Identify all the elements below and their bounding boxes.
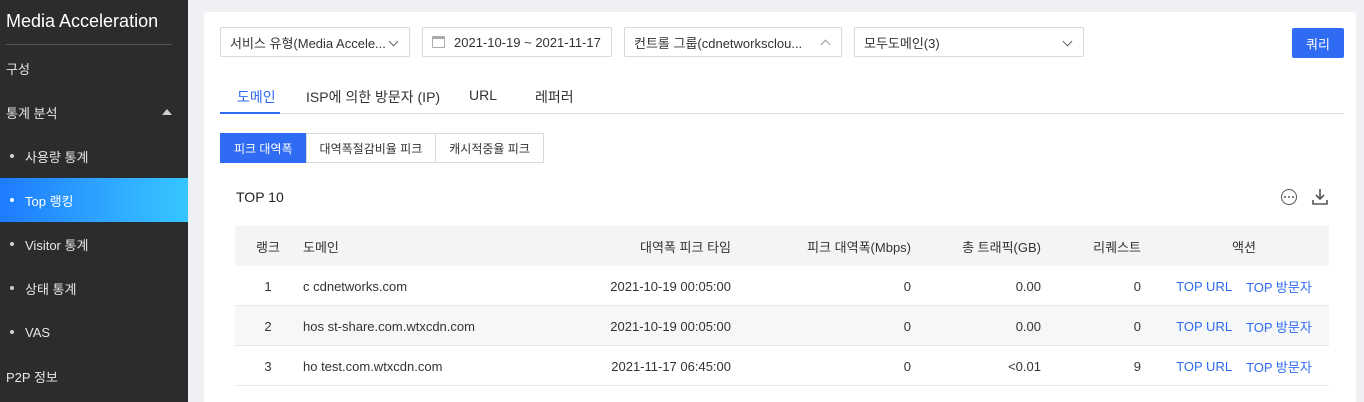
cell-rank: 2 — [264, 318, 272, 334]
segment-peak-bandwidth[interactable]: 피크 대역폭 — [220, 133, 307, 163]
sidebar-item-p2p-info[interactable]: P2P 정보 — [0, 354, 188, 398]
top-visitor-link[interactable]: TOP 방문자 — [1246, 277, 1312, 296]
cell-total-traffic: 0.00 — [1015, 318, 1041, 334]
app-title: Media Acceleration — [6, 11, 159, 31]
service-type-value: 서비스 유형(Media Accele... — [230, 35, 386, 51]
bullet-icon — [10, 330, 14, 334]
chevron-up-icon — [820, 39, 831, 50]
bullet-icon — [10, 198, 14, 202]
sidebar-item-label: Visitor 통계 — [25, 237, 89, 253]
sidebar-item-label: P2P 정보 — [6, 369, 58, 385]
cell-requests: 0 — [1133, 278, 1141, 294]
sidebar-item-label: 사용량 통계 — [25, 149, 89, 165]
segment-bandwidth-saving-peak[interactable]: 대역폭절감비율 피크 — [305, 133, 437, 163]
sidebar: Media Acceleration 구성 통계 분석 사용량 통계 Top 랭… — [0, 0, 188, 402]
query-button[interactable]: 쿼리 — [1292, 28, 1344, 58]
metric-segmented-control: 피크 대역폭 대역폭절감비율 피크 캐시적중율 피크 — [220, 133, 544, 163]
bullet-icon — [10, 242, 14, 246]
tab-domain[interactable]: 도메인 — [237, 87, 276, 107]
sidebar-item-stats-analysis[interactable]: 통계 분석 — [0, 90, 188, 134]
tab-bar: 도메인 ISP에 의한 방문자 (IP) URL 레퍼러 — [220, 78, 1344, 114]
cell-peak-bandwidth: 0 — [903, 318, 911, 334]
control-group-select[interactable]: 컨트롤 그룹(cdnetworksclou... — [624, 27, 842, 57]
chevron-down-icon — [388, 36, 399, 47]
sidebar-item-config[interactable]: 구성 — [0, 46, 188, 90]
bullet-icon — [10, 286, 14, 290]
segment-cache-hit-peak[interactable]: 캐시적중율 피크 — [435, 133, 544, 163]
sidebar-item-label: 상태 통계 — [25, 281, 77, 297]
sidebar-item-label: 구성 — [6, 61, 30, 77]
domain-select[interactable]: 모두도메인(3) — [854, 27, 1084, 57]
cell-peak-time: 2021-11-17 06:45:00 — [611, 358, 731, 374]
cell-domain: c cdnetworks.com — [303, 278, 408, 294]
sidebar-item-status-stats[interactable]: 상태 통계 — [0, 266, 188, 310]
cell-action: TOP URL TOP 방문자 — [1169, 346, 1319, 386]
cell-requests: 0 — [1133, 318, 1141, 334]
sidebar-item-label: Top 랭킹 — [25, 193, 74, 209]
header-peak-bandwidth: 피크 대역폭(Mbps) — [807, 239, 911, 255]
table-row: 2 hos st-share.com.wtxcdn.com 2021-10-19… — [235, 306, 1329, 346]
top-url-link[interactable]: TOP URL — [1176, 279, 1232, 294]
header-total-traffic: 총 트래픽(GB) — [962, 239, 1041, 255]
service-type-select[interactable]: 서비스 유형(Media Accele... — [220, 27, 410, 57]
cell-domain: ho test.com.wtxcdn.com — [303, 358, 443, 374]
cell-requests: 9 — [1133, 358, 1141, 374]
calendar-icon — [432, 36, 445, 48]
header-peak-time: 대역폭 피크 타임 — [640, 239, 731, 255]
sidebar-item-visitor-stats[interactable]: Visitor 통계 — [0, 222, 188, 266]
more-options-icon[interactable] — [1281, 189, 1297, 205]
tab-isp-visitors[interactable]: ISP에 의한 방문자 (IP) — [306, 87, 440, 107]
cell-action: TOP URL TOP 방문자 — [1169, 266, 1319, 306]
sidebar-item-top-ranking[interactable]: Top 랭킹 — [0, 178, 188, 222]
chevron-up-icon — [162, 109, 172, 115]
cell-domain: hos st-share.com.wtxcdn.com — [303, 318, 475, 334]
top-url-link[interactable]: TOP URL — [1176, 319, 1232, 334]
tab-url[interactable]: URL — [469, 87, 497, 103]
table-row: 3 ho test.com.wtxcdn.com 2021-11-17 06:4… — [235, 346, 1329, 386]
cell-peak-time: 2021-10-19 00:05:00 — [610, 278, 731, 294]
date-range-value: 2021-10-19 ~ 2021-11-17 — [454, 34, 601, 50]
cell-peak-time: 2021-10-19 00:05:00 — [610, 318, 731, 334]
top-visitor-link[interactable]: TOP 방문자 — [1246, 357, 1312, 376]
header-action: 액션 — [1232, 239, 1256, 255]
sidebar-item-label: VAS — [25, 324, 51, 340]
date-range-picker[interactable]: 2021-10-19 ~ 2021-11-17 — [422, 27, 612, 57]
control-group-value: 컨트롤 그룹(cdnetworksclou... — [634, 35, 803, 51]
cell-total-traffic: 0.00 — [1015, 278, 1041, 294]
cell-peak-bandwidth: 0 — [903, 278, 911, 294]
header-domain: 도메인 — [303, 239, 339, 255]
sidebar-item-vas[interactable]: VAS — [0, 310, 188, 354]
main-panel: 서비스 유형(Media Accele... 2021-10-19 ~ 2021… — [204, 12, 1356, 402]
cell-total-traffic: <0.01 — [1008, 358, 1041, 374]
tab-referrer[interactable]: 레퍼러 — [535, 87, 574, 107]
top-ranking-table: 랭크 도메인 대역폭 피크 타임 피크 대역폭(Mbps) 총 트래픽(GB) … — [235, 226, 1329, 386]
header-rank: 랭크 — [256, 239, 280, 255]
top-visitor-link[interactable]: TOP 방문자 — [1246, 317, 1312, 336]
cell-peak-bandwidth: 0 — [903, 358, 911, 374]
cell-rank: 1 — [264, 278, 272, 294]
download-icon[interactable] — [1312, 188, 1328, 206]
top-url-link[interactable]: TOP URL — [1176, 359, 1232, 374]
sidebar-item-usage-stats[interactable]: 사용량 통계 — [0, 134, 188, 178]
sidebar-divider — [6, 44, 172, 45]
chevron-down-icon — [1062, 36, 1073, 47]
cell-rank: 3 — [264, 358, 272, 374]
section-title: TOP 10 — [236, 189, 284, 205]
cell-action: TOP URL TOP 방문자 — [1169, 306, 1319, 346]
active-tab-indicator — [220, 112, 280, 114]
table-row: 1 c cdnetworks.com 2021-10-19 00:05:00 0… — [235, 266, 1329, 306]
header-requests: 리퀘스트 — [1093, 239, 1141, 255]
sidebar-item-label: 통계 분석 — [6, 105, 58, 121]
table-header: 랭크 도메인 대역폭 피크 타임 피크 대역폭(Mbps) 총 트래픽(GB) … — [235, 226, 1329, 266]
bullet-icon — [10, 154, 14, 158]
domain-select-value: 모두도메인(3) — [864, 35, 940, 51]
